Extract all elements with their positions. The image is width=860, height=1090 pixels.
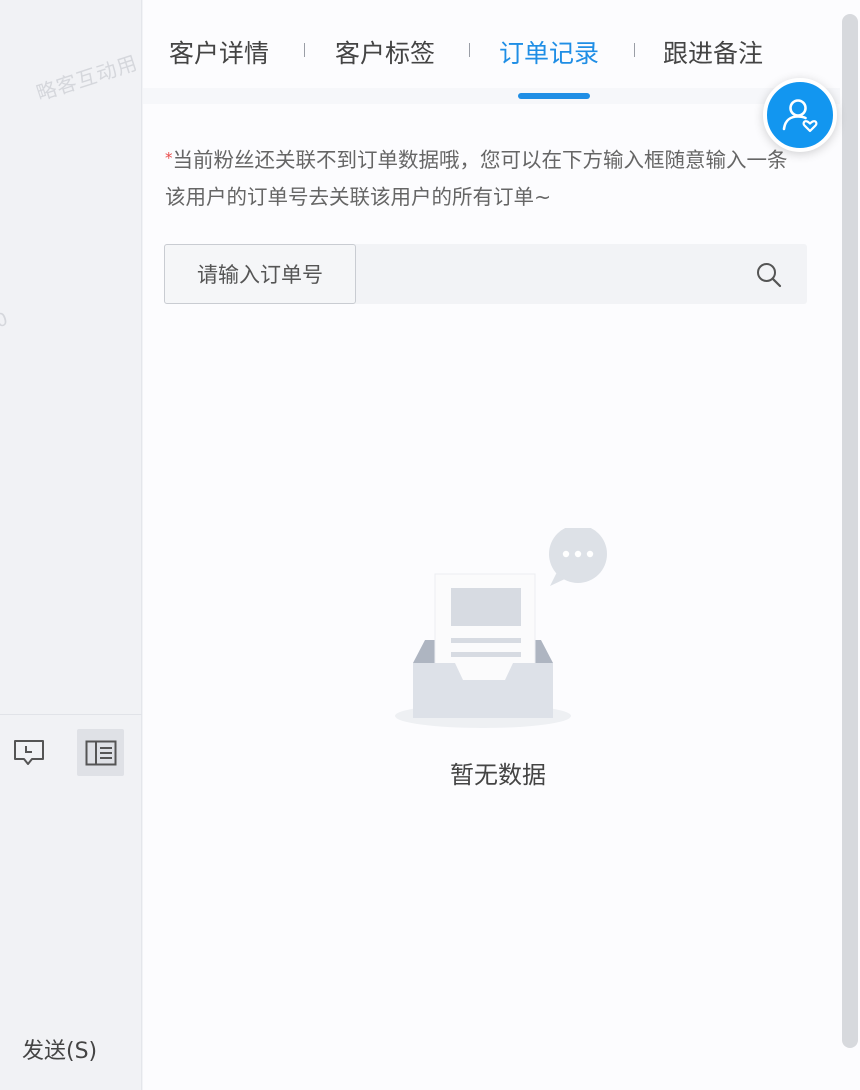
user-heart-icon — [782, 99, 818, 133]
tab-customer-tags[interactable]: 客户标签 — [335, 34, 435, 70]
notice-text: 当前粉丝还关联不到订单数据哦，您可以在下方输入框随意输入一条该用户的订单号去关联… — [165, 148, 788, 209]
tab-separator — [634, 43, 635, 57]
toolbar-divider — [0, 714, 142, 715]
tab-separator — [469, 43, 470, 57]
watermark: 略客互动用 — [33, 50, 141, 106]
send-button[interactable]: 发送(S) — [22, 1033, 97, 1065]
scrollbar-thumb[interactable] — [842, 14, 858, 1048]
message-clock-icon — [14, 740, 44, 765]
tab-customer-details[interactable]: 客户详情 — [169, 34, 269, 70]
tab-follow-up-notes[interactable]: 跟进备注 — [663, 34, 763, 70]
order-search-bar: 请输入订单号 — [164, 244, 807, 304]
empty-inbox-icon — [395, 528, 607, 728]
search-icon[interactable] — [754, 260, 784, 290]
side-panel-button[interactable] — [77, 729, 124, 776]
chat-panel: 略客互动用 0 发送(S) — [0, 0, 142, 1090]
tab-order-records[interactable]: 订单记录 — [499, 34, 599, 70]
customer-profile-button[interactable] — [763, 78, 837, 152]
tab-separator — [304, 43, 305, 57]
watermark-fragment: 0 — [0, 308, 11, 333]
customer-info-panel: 客户详情 客户标签 订单记录 跟进备注 *当前粉丝还关联不到订单数据哦，您可以在… — [143, 0, 860, 1090]
message-history-button[interactable] — [6, 730, 52, 776]
order-number-label: 请输入订单号 — [164, 244, 356, 304]
order-number-input[interactable] — [358, 244, 748, 304]
tab-bar: 客户详情 客户标签 订单记录 跟进备注 — [143, 0, 860, 104]
required-star: * — [165, 149, 173, 167]
side-panel-icon — [85, 740, 116, 765]
scrollbar-track — [840, 0, 860, 1090]
empty-state-text: 暂无数据 — [450, 761, 546, 789]
active-tab-indicator — [518, 93, 590, 99]
order-link-notice: *当前粉丝还关联不到订单数据哦，您可以在下方输入框随意输入一条该用户的订单号去关… — [165, 142, 805, 216]
